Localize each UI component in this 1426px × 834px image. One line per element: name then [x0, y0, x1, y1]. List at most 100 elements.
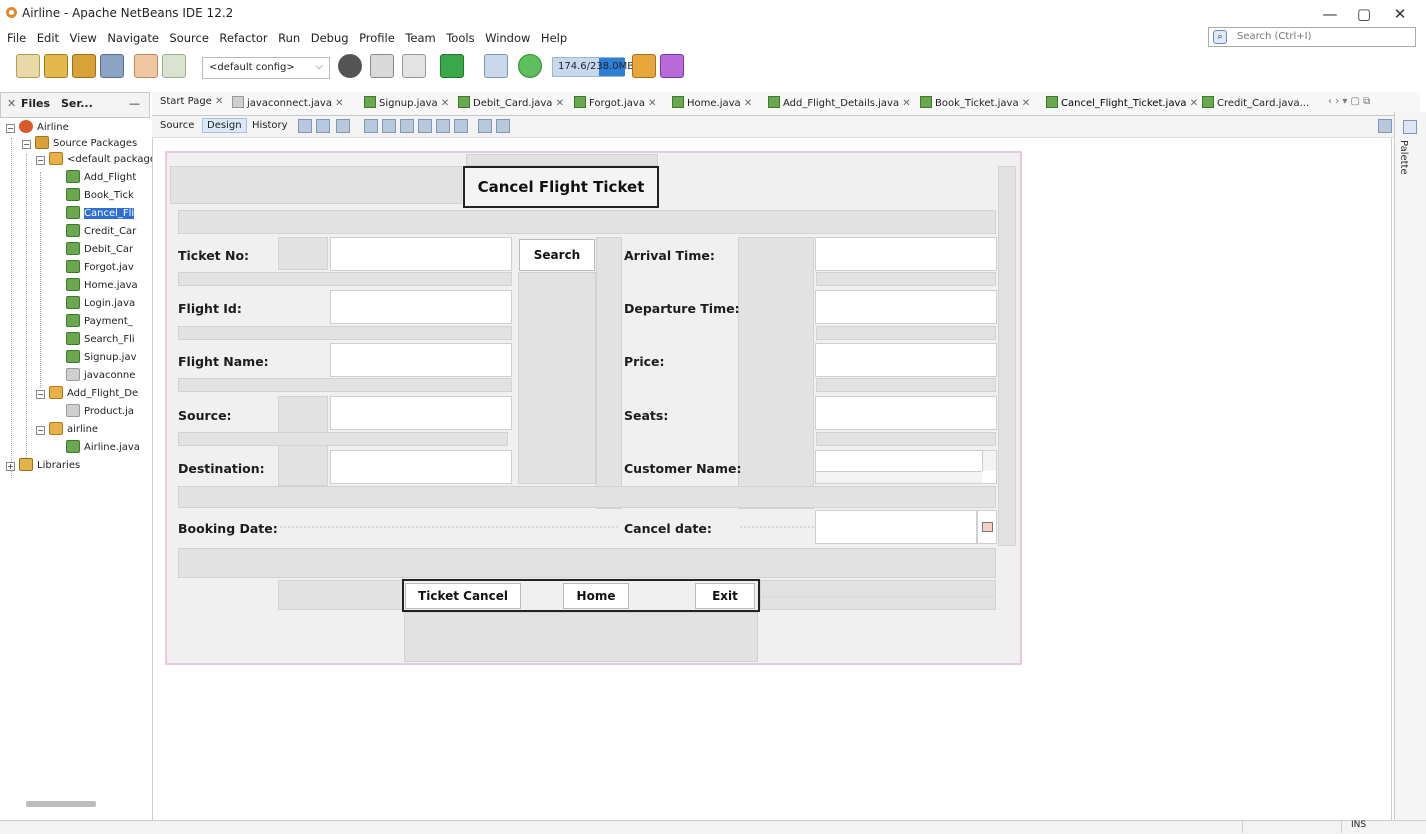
flight-name-field[interactable] — [330, 343, 512, 377]
tab-design[interactable]: Design — [202, 118, 247, 133]
ticket-cancel-button[interactable]: Ticket Cancel — [405, 583, 521, 609]
collapse-icon[interactable]: − — [36, 426, 45, 435]
tree-airline-package[interactable]: − airline — [36, 422, 98, 438]
calendar-button[interactable] — [977, 510, 997, 544]
expand-icon[interactable]: + — [6, 462, 15, 471]
menu-navigate[interactable]: Navigate — [107, 28, 159, 48]
gc-icon[interactable] — [632, 54, 656, 78]
tree-libraries[interactable]: + Libraries — [6, 458, 80, 474]
tree-file[interactable]: Forgot.jav — [66, 260, 134, 276]
tab-home[interactable]: Home.java ✕ — [672, 96, 756, 109]
resize-vertically-icon[interactable] — [496, 119, 510, 133]
close-icon[interactable]: ✕ — [1190, 98, 1198, 109]
close-icon[interactable]: ✕ — [648, 98, 656, 109]
clean-build-icon[interactable] — [402, 54, 426, 78]
tree-file-selected[interactable]: Cancel_Fli — [66, 206, 135, 222]
menu-edit[interactable]: Edit — [37, 28, 59, 48]
build-icon[interactable] — [370, 54, 394, 78]
tab-navigation-icons[interactable]: ‹ › ▾ ▢ ⧉ — [1328, 96, 1370, 107]
close-icon[interactable]: ✕ — [7, 97, 16, 110]
search-button[interactable]: Search — [519, 239, 595, 271]
close-icon[interactable]: ✕ — [744, 98, 752, 109]
tab-book-ticket[interactable]: Book_Ticket.java ✕ — [920, 96, 1034, 109]
horizontal-scrollbar[interactable] — [816, 471, 982, 483]
tree-file[interactable]: Product.ja — [66, 404, 134, 420]
search-input[interactable]: ⌕ Search (Ctrl+I) — [1208, 27, 1416, 47]
tree-file[interactable]: Home.java — [66, 278, 138, 294]
close-icon[interactable]: ✕ — [441, 98, 449, 109]
collapse-icon[interactable]: − — [36, 390, 45, 399]
open-project-icon[interactable] — [72, 54, 96, 78]
tab-credit-card[interactable]: Credit_Card.java... — [1202, 96, 1309, 109]
seats-field[interactable] — [815, 396, 997, 430]
align-bottom-icon[interactable] — [436, 119, 450, 133]
tab-services[interactable]: Ser... — [61, 97, 93, 110]
customer-name-textarea[interactable] — [815, 450, 997, 484]
debug-icon[interactable] — [484, 54, 508, 78]
arrival-time-field[interactable] — [815, 237, 997, 271]
center-horizontally-icon[interactable] — [400, 119, 414, 133]
collapse-icon[interactable]: − — [22, 140, 31, 149]
horizontal-scrollbar[interactable] — [26, 801, 96, 807]
menu-profile[interactable]: Profile — [359, 28, 395, 48]
tab-add-flight-details[interactable]: Add_Flight_Details.java ✕ — [768, 96, 915, 109]
source-field[interactable] — [330, 396, 512, 430]
close-button[interactable]: ✕ — [1386, 4, 1414, 24]
close-icon[interactable]: ✕ — [902, 98, 910, 109]
tree-default-package[interactable]: − <default package> — [36, 152, 164, 168]
tab-history[interactable]: History — [252, 120, 288, 131]
memory-indicator[interactable]: 174.6/238.0MB — [552, 57, 634, 77]
tree-file[interactable]: Payment_ — [66, 314, 133, 330]
menu-help[interactable]: Help — [541, 28, 567, 48]
config-dropdown[interactable]: <default config> ⌵ — [202, 57, 330, 79]
flight-id-field[interactable] — [330, 290, 512, 324]
menu-team[interactable]: Team — [405, 28, 435, 48]
redo-icon[interactable] — [162, 54, 186, 78]
menu-run[interactable]: Run — [278, 28, 300, 48]
selection-mode-icon[interactable] — [298, 119, 312, 133]
tree-file[interactable]: Login.java — [66, 296, 135, 312]
connection-mode-icon[interactable] — [316, 119, 330, 133]
palette-label[interactable]: Palette — [1398, 140, 1409, 175]
ticket-no-field[interactable] — [330, 237, 512, 271]
home-button[interactable]: Home — [563, 583, 629, 609]
tree-file[interactable]: Airline.java — [66, 440, 140, 456]
departure-time-field[interactable] — [815, 290, 997, 324]
tab-cancel-flight-ticket[interactable]: Cancel_Flight_Ticket.java ✕ — [1046, 96, 1202, 109]
tree-project-airline[interactable]: − Airline — [6, 120, 69, 136]
menu-source[interactable]: Source — [169, 28, 209, 48]
menu-file[interactable]: File — [7, 28, 26, 48]
new-project-icon[interactable] — [44, 54, 68, 78]
close-icon[interactable]: ✕ — [1022, 98, 1030, 109]
tab-source[interactable]: Source — [160, 120, 194, 131]
close-icon[interactable]: ✕ — [556, 98, 564, 109]
price-field[interactable] — [815, 343, 997, 377]
close-icon[interactable]: ✕ — [335, 98, 343, 109]
align-left-icon[interactable] — [364, 119, 378, 133]
destination-field[interactable] — [330, 450, 512, 484]
cancel-date-field[interactable] — [815, 510, 977, 544]
snapshot-icon[interactable] — [660, 54, 684, 78]
align-right-icon[interactable] — [382, 119, 396, 133]
tab-debit-card[interactable]: Debit_Card.java ✕ — [458, 96, 568, 109]
menu-debug[interactable]: Debug — [311, 28, 349, 48]
menu-tools[interactable]: Tools — [446, 28, 474, 48]
tab-files[interactable]: Files — [21, 97, 50, 110]
target-icon[interactable] — [338, 54, 362, 78]
collapse-icon[interactable]: − — [36, 156, 45, 165]
collapse-icon[interactable]: − — [6, 124, 15, 133]
expand-icon[interactable] — [1378, 119, 1392, 133]
tree-file[interactable]: Search_Fli — [66, 332, 135, 348]
close-icon[interactable]: ✕ — [215, 96, 223, 107]
tree-file[interactable]: javaconne — [66, 368, 135, 384]
tree-file[interactable]: Credit_Car — [66, 224, 136, 240]
palette-icon[interactable] — [1403, 120, 1417, 134]
tab-signup[interactable]: Signup.java ✕ — [364, 96, 453, 109]
tree-source-packages[interactable]: − Source Packages — [22, 136, 137, 152]
minimize-button[interactable]: — — [1316, 4, 1344, 24]
tab-forgot[interactable]: Forgot.java ✕ — [574, 96, 661, 109]
new-file-icon[interactable] — [16, 54, 40, 78]
restore-button[interactable]: ▢ — [1350, 4, 1378, 24]
menu-window[interactable]: Window — [485, 28, 530, 48]
center-vertically-icon[interactable] — [454, 119, 468, 133]
